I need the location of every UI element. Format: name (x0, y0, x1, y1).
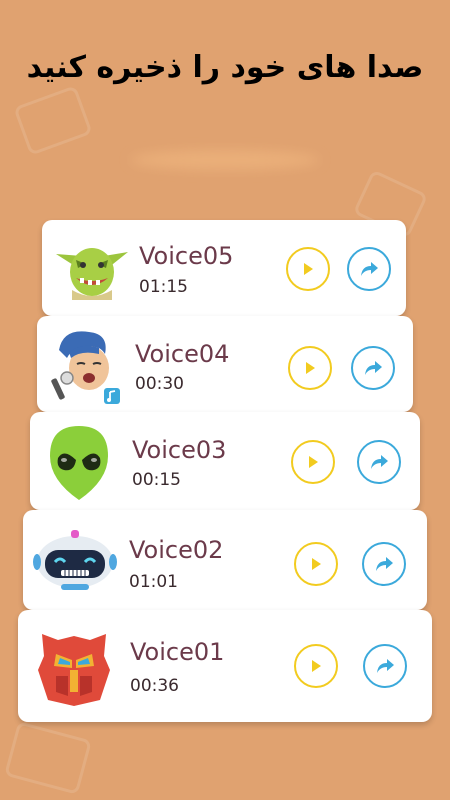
play-icon (304, 263, 313, 275)
transformer-avatar-icon (38, 634, 110, 706)
play-icon (312, 660, 321, 672)
share-button[interactable] (362, 542, 406, 586)
voice-card[interactable]: Voice05 01:15 (42, 220, 406, 316)
share-icon (371, 455, 388, 469)
voice-duration: 01:15 (139, 277, 188, 297)
robot-avatar-icon (33, 530, 117, 590)
share-button[interactable] (347, 247, 391, 291)
play-icon (312, 558, 321, 570)
play-button[interactable] (286, 247, 330, 291)
play-button[interactable] (294, 542, 338, 586)
share-icon (361, 262, 378, 276)
voice-duration: 00:36 (130, 676, 179, 696)
voice-name: Voice05 (139, 242, 234, 270)
voice-card[interactable]: Voice03 00:15 (30, 412, 420, 510)
play-button[interactable] (294, 644, 338, 688)
voice-name: Voice02 (129, 536, 224, 564)
play-button[interactable] (288, 346, 332, 390)
page-title: صدا های خود را ذخیره کنید (26, 50, 424, 85)
background-decoration (13, 85, 93, 156)
voice-duration: 01:01 (129, 572, 178, 592)
singer-avatar-icon (51, 331, 120, 404)
alien-avatar-icon (50, 426, 108, 500)
share-button[interactable] (363, 644, 407, 688)
play-icon (306, 362, 315, 374)
play-button[interactable] (291, 440, 335, 484)
title-glow (130, 150, 320, 170)
goblin-avatar-icon (56, 248, 128, 300)
voice-duration: 00:30 (135, 374, 184, 394)
voice-card[interactable]: Voice04 00:30 (37, 316, 413, 412)
play-icon (309, 456, 318, 468)
voice-duration: 00:15 (132, 470, 181, 490)
voice-name: Voice03 (132, 436, 227, 464)
voice-name: Voice01 (130, 638, 225, 666)
share-icon (365, 361, 382, 375)
share-button[interactable] (351, 346, 395, 390)
share-icon (377, 659, 394, 673)
voice-card[interactable]: Voice01 00:36 (18, 610, 432, 722)
voice-name: Voice04 (135, 340, 230, 368)
background-decoration (4, 721, 92, 795)
share-button[interactable] (357, 440, 401, 484)
voice-card[interactable]: Voice02 01:01 (23, 510, 427, 610)
share-icon (376, 557, 393, 571)
